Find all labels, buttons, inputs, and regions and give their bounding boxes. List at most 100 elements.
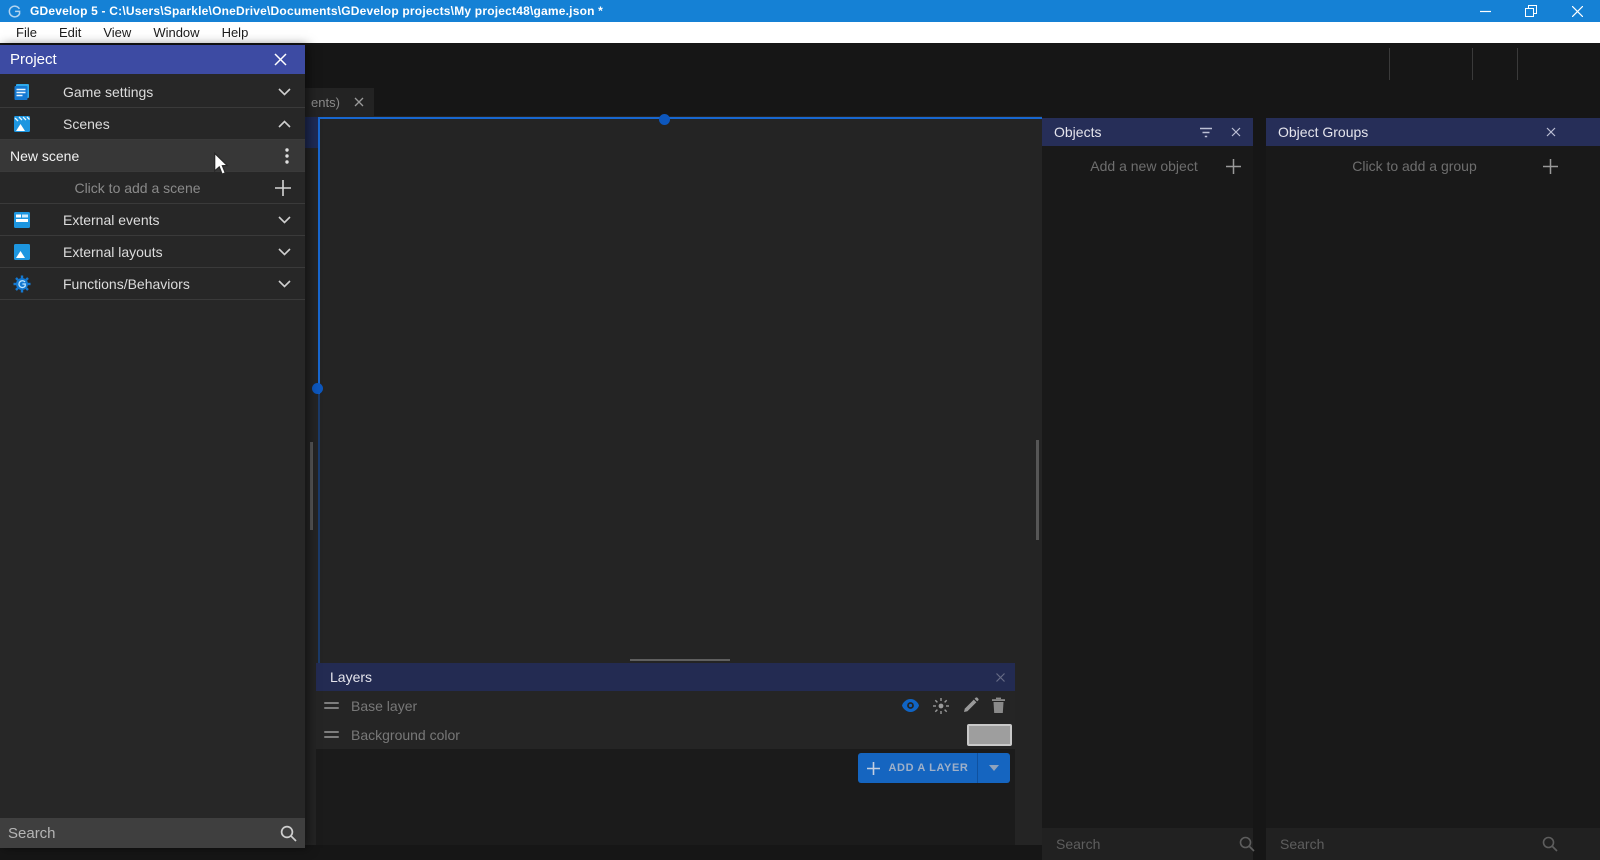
vertical-scrollbar-right[interactable] bbox=[1036, 440, 1039, 540]
objects-search-bar bbox=[1042, 828, 1253, 860]
add-object-row[interactable]: Add a new object bbox=[1042, 152, 1253, 180]
layers-panel-title: Layers bbox=[330, 669, 372, 685]
chevron-down-icon bbox=[278, 216, 291, 224]
layers-panel: Layers Base layer bbox=[316, 663, 1015, 845]
minimize-button[interactable] bbox=[1462, 0, 1508, 22]
layer-name: Background color bbox=[351, 727, 460, 743]
objects-search-input[interactable] bbox=[1054, 835, 1239, 853]
layer-effects-icon[interactable] bbox=[932, 697, 950, 715]
kebab-menu-icon[interactable] bbox=[285, 148, 289, 164]
external-events-icon bbox=[13, 211, 31, 229]
object-groups-search-input[interactable] bbox=[1278, 835, 1542, 853]
project-search-input[interactable] bbox=[6, 824, 280, 843]
add-group-row[interactable]: Click to add a group bbox=[1266, 152, 1600, 180]
menu-help[interactable]: Help bbox=[211, 22, 260, 43]
layer-actions bbox=[967, 724, 1015, 746]
gdevelop-window: GDevelop 5 - C:\Users\Sparkle\OneDrive\D… bbox=[0, 0, 1600, 860]
objects-panel-header: Objects bbox=[1042, 118, 1253, 146]
tab-close-icon[interactable] bbox=[354, 97, 364, 107]
chevron-down-icon bbox=[278, 88, 291, 96]
object-groups-close-icon[interactable] bbox=[1546, 127, 1556, 137]
delete-trash-icon[interactable] bbox=[991, 697, 1006, 714]
add-group-plus-icon[interactable] bbox=[1543, 159, 1558, 174]
panel-resize-handle[interactable] bbox=[630, 659, 730, 661]
project-section-functions-behaviors[interactable]: Functions/Behaviors bbox=[0, 268, 305, 300]
add-layer-label: ADD A LAYER bbox=[889, 762, 969, 774]
section-label: Scenes bbox=[63, 116, 110, 132]
close-button[interactable] bbox=[1554, 0, 1600, 22]
menu-file[interactable]: File bbox=[5, 22, 48, 43]
section-label: Functions/Behaviors bbox=[63, 276, 190, 292]
chevron-up-icon bbox=[278, 120, 291, 128]
selection-handle-left[interactable] bbox=[312, 383, 323, 394]
tab-label: ents) bbox=[311, 95, 340, 110]
window-controls bbox=[1462, 0, 1600, 22]
project-section-external-layouts[interactable]: External layouts bbox=[0, 236, 305, 268]
add-layer-button[interactable]: ADD A LAYER bbox=[858, 753, 1010, 783]
scene-name: New scene bbox=[10, 148, 79, 164]
project-section-scenes[interactable]: Scenes bbox=[0, 108, 305, 140]
vertical-scrollbar-left[interactable] bbox=[310, 442, 313, 530]
project-panel-title: Project bbox=[10, 51, 57, 68]
drag-handle-icon[interactable] bbox=[324, 731, 339, 738]
visibility-eye-icon[interactable] bbox=[901, 698, 920, 713]
edit-pencil-icon[interactable] bbox=[962, 697, 979, 714]
layer-row-background[interactable]: Background color bbox=[316, 720, 1015, 749]
layer-actions bbox=[901, 697, 1015, 715]
external-layouts-icon bbox=[13, 243, 31, 261]
add-scene-label: Click to add a scene bbox=[0, 180, 275, 196]
layer-row-base[interactable]: Base layer bbox=[316, 691, 1015, 720]
add-group-label: Click to add a group bbox=[1286, 158, 1543, 174]
project-section-external-events[interactable]: External events bbox=[0, 204, 305, 236]
object-groups-panel-header: Object Groups bbox=[1266, 118, 1600, 146]
scene-item-new-scene[interactable]: New scene bbox=[0, 140, 305, 172]
filter-icon[interactable] bbox=[1199, 127, 1213, 138]
menu-window[interactable]: Window bbox=[142, 22, 210, 43]
menu-edit[interactable]: Edit bbox=[48, 22, 92, 43]
selection-border-top bbox=[318, 117, 1042, 119]
search-icon[interactable] bbox=[1239, 836, 1255, 852]
mouse-cursor bbox=[213, 152, 229, 181]
section-label: External events bbox=[63, 212, 160, 228]
objects-panel-title: Objects bbox=[1054, 124, 1101, 140]
search-icon[interactable] bbox=[280, 825, 297, 842]
toolbar-separator bbox=[1472, 48, 1473, 80]
title-bar: GDevelop 5 - C:\Users\Sparkle\OneDrive\D… bbox=[0, 0, 1600, 22]
add-scene-plus-icon[interactable] bbox=[275, 180, 291, 196]
layer-name: Base layer bbox=[351, 698, 417, 714]
section-label: Game settings bbox=[63, 84, 153, 100]
drag-handle-icon[interactable] bbox=[324, 702, 339, 709]
project-close-icon[interactable] bbox=[274, 53, 287, 66]
project-panel: Project Game settings Scenes bbox=[0, 45, 305, 848]
layers-close-icon[interactable] bbox=[996, 673, 1005, 682]
objects-panel: Objects Add a new object bbox=[1042, 118, 1253, 860]
selection-border-left-lower bbox=[318, 394, 320, 663]
objects-close-icon[interactable] bbox=[1231, 127, 1241, 137]
add-object-plus-icon[interactable] bbox=[1226, 159, 1241, 174]
project-panel-header: Project bbox=[0, 45, 305, 74]
section-label: External layouts bbox=[63, 244, 163, 260]
object-groups-panel-title: Object Groups bbox=[1278, 124, 1368, 140]
restore-button[interactable] bbox=[1508, 0, 1554, 22]
selection-border-left bbox=[318, 117, 320, 394]
background-color-swatch[interactable] bbox=[967, 724, 1012, 746]
add-layer-main[interactable]: ADD A LAYER bbox=[858, 753, 977, 783]
project-section-game-settings[interactable]: Game settings bbox=[0, 76, 305, 108]
window-title: GDevelop 5 - C:\Users\Sparkle\OneDrive\D… bbox=[30, 4, 603, 18]
toolbar-separator bbox=[1517, 48, 1518, 80]
scenes-icon bbox=[13, 115, 31, 133]
search-icon[interactable] bbox=[1542, 836, 1558, 852]
add-scene-row[interactable]: Click to add a scene bbox=[0, 172, 305, 204]
project-search-bar bbox=[0, 818, 305, 848]
add-layer-dropdown[interactable] bbox=[978, 753, 1010, 783]
chevron-down-icon bbox=[278, 280, 291, 288]
chevron-down-icon bbox=[278, 248, 291, 256]
game-settings-icon bbox=[13, 83, 31, 101]
selection-handle-top[interactable] bbox=[659, 114, 670, 125]
menu-bar: File Edit View Window Help bbox=[0, 22, 1600, 43]
menu-view[interactable]: View bbox=[92, 22, 142, 43]
layers-panel-header: Layers bbox=[316, 663, 1015, 691]
tab-underline-remnant bbox=[305, 117, 318, 148]
add-object-label: Add a new object bbox=[1062, 158, 1226, 174]
tab-scene-events[interactable]: ents) bbox=[305, 88, 374, 116]
